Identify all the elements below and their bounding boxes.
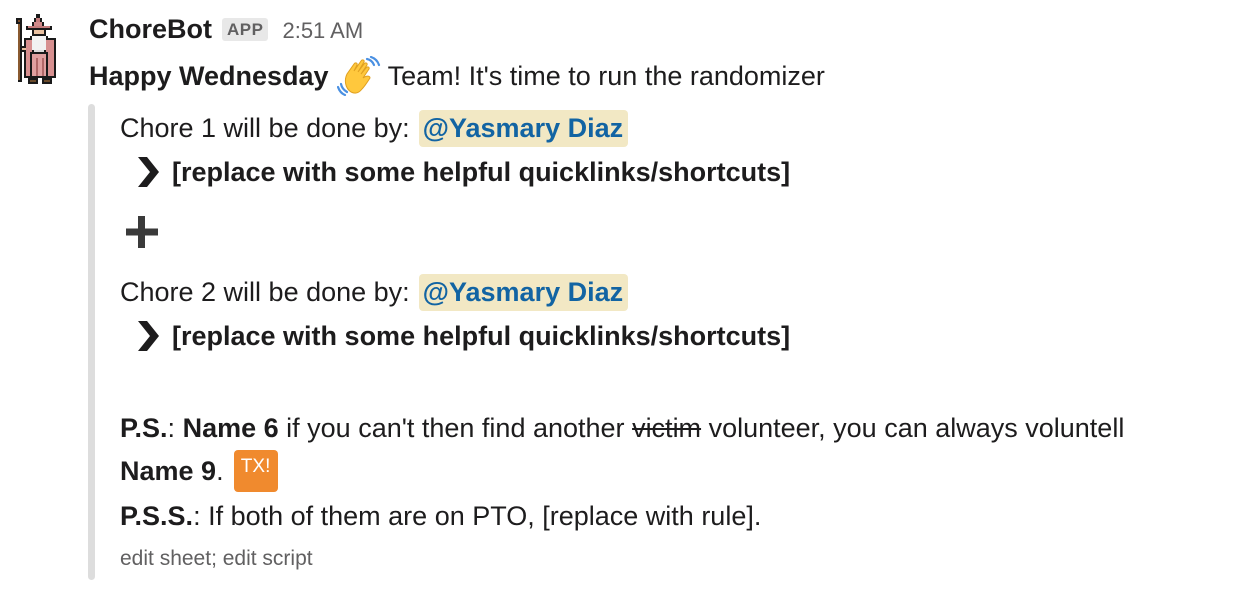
chore-2-mention[interactable]: @Yasmary Diaz (418, 273, 629, 311)
ps-text-1: if you can't then find another (286, 412, 625, 443)
ps-name-b: Name 9 (120, 455, 217, 486)
ps-line: P.S.: Name 6 if you can't then find anot… (120, 408, 1124, 448)
heavy-plus-icon (124, 214, 160, 250)
greeting-bold: Happy Wednesday (89, 60, 329, 91)
sender-name[interactable]: ChoreBot (89, 14, 212, 45)
ps-name-a: Name 6 (182, 412, 279, 443)
chore-2-links-line: [replace with some helpful quicklinks/sh… (132, 316, 790, 356)
tx-emoji-icon: TX! (233, 450, 278, 492)
chore-2-links[interactable]: [replace with some helpful quicklinks/sh… (172, 321, 790, 352)
ps-struck-word: victim (632, 412, 702, 443)
attachment-footer[interactable]: edit sheet; edit script (120, 547, 313, 571)
pss-line: P.S.S.: If both of them are on PTO, [rep… (120, 496, 761, 536)
chore-2-line: Chore 2 will be done by: @Yasmary Diaz (120, 270, 629, 314)
greeting-line: Happy Wednesday Team! It's time to run t… (89, 55, 825, 97)
chore-1-mention[interactable]: @Yasmary Diaz (418, 109, 629, 147)
greeting-text: Team! It's time to run the randomizer (387, 60, 825, 91)
ps-colon: : (167, 412, 176, 443)
chore-1-label: Chore 1 will be done by: (120, 112, 410, 143)
attachment-color-bar (88, 104, 95, 580)
chore-1-links[interactable]: [replace with some helpful quicklinks/sh… (172, 157, 790, 188)
message-attachment: Chore 1 will be done by: @Yasmary Diaz [… (88, 104, 1253, 580)
chore-2-label: Chore 2 will be done by: (120, 276, 410, 307)
message-timestamp[interactable]: 2:51 AM (282, 18, 363, 44)
ps-text-2: volunteer, you can always voluntell (708, 412, 1125, 443)
wave-emoji-icon (336, 55, 383, 97)
pss-text: : If both of them are on PTO, [replace w… (193, 500, 762, 531)
chevron-right-icon (132, 319, 162, 353)
ps-line-2: Name 9. TX! (120, 448, 278, 494)
chore-1-line: Chore 1 will be done by: @Yasmary Diaz (120, 106, 629, 150)
chevron-right-icon (132, 155, 162, 189)
app-badge: APP (222, 18, 269, 41)
message-header: ChoreBot APP 2:51 AM (89, 14, 363, 50)
plus-separator (124, 212, 160, 252)
ps-period: . (216, 455, 224, 486)
wizard-avatar-icon (16, 14, 56, 84)
pss-label: P.S.S. (120, 500, 194, 531)
ps-label: P.S. (120, 412, 168, 443)
bot-avatar[interactable] (10, 14, 68, 88)
chat-message: ChoreBot APP 2:51 AM Happy Wednesday Tea… (0, 0, 1260, 598)
chore-1-links-line: [replace with some helpful quicklinks/sh… (132, 152, 790, 192)
